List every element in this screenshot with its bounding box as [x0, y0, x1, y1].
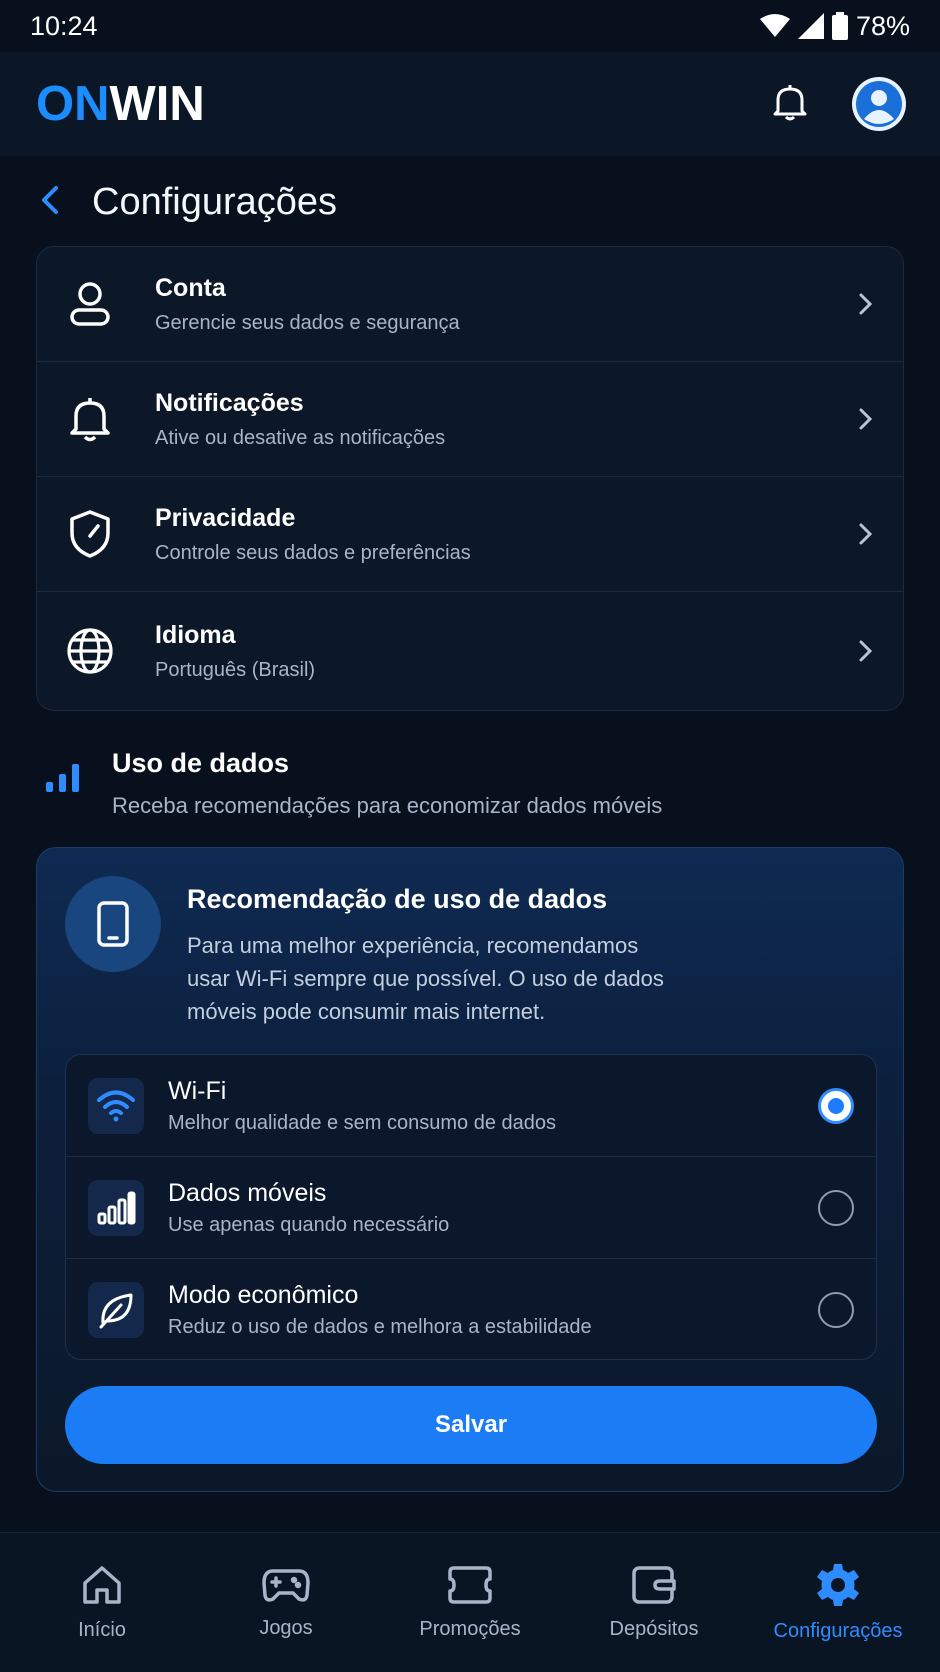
settings-item-conta[interactable]: Conta Gerencie seus dados e segurança — [37, 247, 903, 362]
nav-label: Jogos — [259, 1617, 313, 1639]
connection-options: Wi-Fi Melhor qualidade e sem consumo de … — [65, 1054, 877, 1360]
chevron-right-icon — [859, 523, 873, 545]
ticket-icon — [448, 1566, 492, 1604]
gamepad-icon — [262, 1569, 310, 1602]
home-icon — [83, 1566, 121, 1604]
nav-label: Promoções — [419, 1618, 521, 1640]
settings-item-title: Conta — [155, 273, 226, 302]
user-icon — [65, 279, 115, 329]
settings-item-idioma[interactable]: Idioma Português (Brasil) — [37, 592, 903, 710]
nav-item-inicio[interactable]: Início — [12, 1563, 192, 1642]
logo-win: WIN — [109, 77, 205, 131]
settings-item-notificacoes[interactable]: Notificações Ative ou desative as notifi… — [37, 362, 903, 477]
settings-item-subtitle: Português (Brasil) — [155, 658, 316, 681]
data-recommendation-card: Recomendação de uso de dados Para uma me… — [36, 847, 904, 1492]
nav-item-promocoes[interactable]: Promoções — [380, 1564, 560, 1641]
option-title: Modo econômico — [168, 1281, 359, 1309]
settings-item-subtitle: Controle seus dados e preferências — [155, 541, 471, 564]
nav-item-configuracoes[interactable]: Configurações — [748, 1562, 928, 1643]
wifi-icon — [88, 1077, 144, 1134]
nav-label: Início — [78, 1619, 126, 1641]
bottom-nav: Início Jogos Promoções Depósitos Configu… — [0, 1532, 940, 1672]
option-mobile-data[interactable]: Dados móveis Use apenas quando necessári… — [66, 1157, 876, 1259]
leaf-icon — [88, 1282, 144, 1338]
signal-bars-icon — [46, 762, 82, 819]
logo-on: ON — [36, 77, 110, 131]
option-title: Wi-Fi — [168, 1076, 227, 1105]
radio-economy-mode[interactable] — [818, 1292, 854, 1328]
radio-wifi-selected[interactable] — [818, 1087, 854, 1124]
option-subtitle: Reduz o uso de dados e melhora a estabil… — [168, 1316, 592, 1338]
nav-label: Depósitos — [609, 1618, 699, 1640]
option-title: Dados móveis — [168, 1178, 327, 1207]
recommendation-title: Recomendação de uso de dados — [187, 884, 608, 914]
settings-list: Conta Gerencie seus dados e segurança No… — [36, 246, 904, 711]
bell-icon — [65, 394, 115, 444]
page-header: Configurações — [36, 170, 337, 234]
battery-percent: 78% — [855, 10, 910, 41]
status-icons: 78% — [759, 10, 910, 42]
chevron-right-icon — [859, 640, 873, 662]
settings-item-title: Idioma — [155, 620, 236, 649]
data-usage-title: Uso de dados — [112, 748, 290, 778]
app-bar: ON WIN — [0, 52, 940, 156]
settings-item-subtitle: Gerencie seus dados e segurança — [155, 311, 460, 334]
gear-icon — [817, 1564, 859, 1606]
wifi-status-icon — [759, 14, 790, 37]
settings-item-title: Privacidade — [155, 503, 296, 532]
option-subtitle: Use apenas quando necessário — [168, 1213, 450, 1236]
signal-bars-icon — [88, 1179, 144, 1236]
radio-dot — [828, 1097, 844, 1114]
settings-item-privacidade[interactable]: Privacidade Controle seus dados e prefer… — [37, 477, 903, 592]
data-usage-subtitle: Receba recomendações para economizar dad… — [112, 793, 663, 818]
globe-icon — [65, 626, 115, 676]
option-wifi[interactable]: Wi-Fi Melhor qualidade e sem consumo de … — [66, 1055, 876, 1157]
battery-icon — [831, 12, 848, 40]
status-bar: 10:24 78% — [0, 0, 940, 52]
option-subtitle: Melhor qualidade e sem consumo de dados — [168, 1111, 557, 1134]
avatar-user-icon — [856, 81, 902, 127]
status-time: 10:24 — [30, 10, 98, 41]
settings-item-subtitle: Ative ou desative as notificações — [155, 426, 446, 449]
onwin-logo[interactable]: ON WIN — [36, 76, 205, 132]
chevron-right-icon — [859, 293, 873, 315]
recommendation-description: Para uma melhor experiência, recomendamo… — [187, 933, 664, 1024]
nav-item-jogos[interactable]: Jogos — [196, 1565, 376, 1640]
notifications-bell-icon[interactable] — [772, 83, 808, 126]
back-arrow-icon[interactable] — [36, 184, 64, 221]
avatar[interactable] — [852, 77, 906, 131]
page-title: Configurações — [92, 180, 338, 223]
smartphone-icon — [65, 876, 161, 972]
save-button[interactable]: Salvar — [65, 1386, 877, 1464]
option-economy-mode[interactable]: Modo econômico Reduz o uso de dados e me… — [66, 1259, 876, 1359]
shield-icon — [65, 509, 115, 559]
wallet-icon — [632, 1566, 676, 1604]
nav-item-depositos[interactable]: Depósitos — [564, 1564, 744, 1641]
nav-label: Configurações — [773, 1620, 903, 1642]
chevron-right-icon — [859, 408, 873, 430]
settings-item-title: Notificações — [155, 388, 304, 417]
radio-mobile-data[interactable] — [818, 1189, 854, 1226]
cellular-signal-icon — [797, 13, 824, 39]
data-usage-section: Uso de dados Receba recomendações para e… — [46, 748, 906, 819]
